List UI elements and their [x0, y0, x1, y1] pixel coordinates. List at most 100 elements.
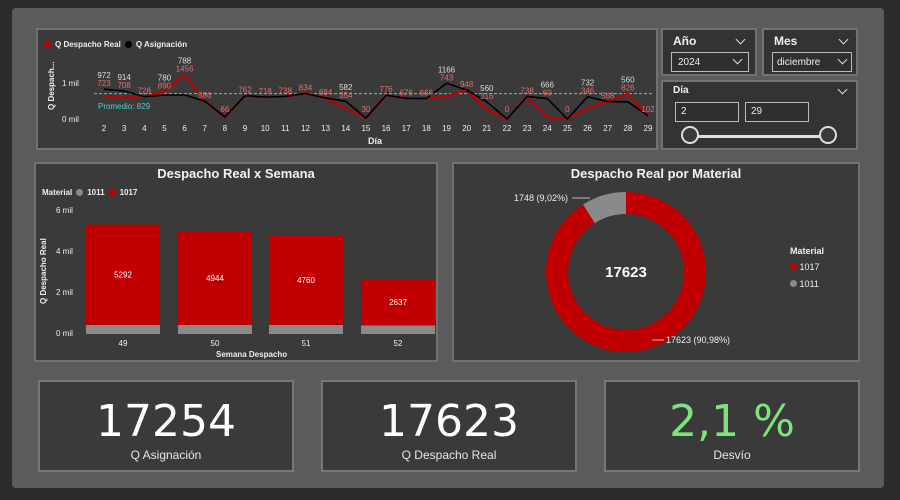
dia-from-input[interactable]: 2 — [675, 102, 739, 122]
line-data-label: 738 — [520, 86, 534, 95]
bar-data-label: 5292 — [114, 270, 132, 279]
mes-dropdown[interactable]: diciembre — [772, 52, 852, 72]
line-x-tick: 14 — [341, 124, 350, 133]
line-data-label: 0 — [505, 105, 510, 114]
line-data-label-asig: 1166 — [438, 65, 456, 74]
line-x-tick: 2 — [102, 124, 107, 133]
legend-1011-dot — [790, 280, 797, 287]
bar-data-label: 2637 — [389, 298, 407, 307]
line-x-tick: 5 — [162, 124, 167, 133]
line-data-label: 666 — [420, 89, 434, 98]
bar-1011 — [178, 324, 252, 334]
chevron-down-icon[interactable] — [837, 84, 848, 95]
bar-chart-svg: Q Despacho Real 6 mil 4 mil 2 mil 0 mil … — [39, 206, 435, 359]
dia-to-input[interactable]: 29 — [745, 102, 809, 122]
line-data-label: 354 — [339, 91, 353, 100]
kpi-card-desvio: 2,1 % Desvío — [604, 380, 860, 472]
line-x-tick: 17 — [402, 124, 411, 133]
line-data-label-asig: 560 — [480, 84, 494, 93]
line-data-label: 30 — [361, 105, 370, 114]
line-data-label: 568 — [601, 92, 615, 101]
bar-x-tick: 52 — [394, 339, 403, 348]
line-data-label: 684 — [319, 88, 333, 97]
line-data-label: 718 — [259, 87, 273, 96]
donut-center-value: 17623 — [605, 264, 647, 281]
line-x-tick: 27 — [603, 124, 612, 133]
kpi-despacho-value: 17623 — [379, 396, 519, 447]
line-x-tick: 16 — [382, 124, 391, 133]
line-chart-svg: Q Despach... 1 mil 0 mil Día Promedio: 8… — [47, 56, 655, 146]
donut-legend-item-1011: 1011 — [790, 279, 824, 289]
kpi-card-despacho: 17623 Q Despacho Real — [321, 380, 577, 472]
line-data-label: 346 — [581, 87, 595, 96]
donut-legend: Material 1017 1011 — [790, 246, 824, 289]
line-x-tick: 28 — [623, 124, 632, 133]
donut-legend-item-1017: 1017 — [790, 262, 824, 272]
line-x-tick: 4 — [142, 124, 147, 133]
bar-x-tick: 49 — [119, 339, 128, 348]
line-data-label: 723 — [97, 79, 111, 88]
kpi-asignacion-caption: Q Asignación — [130, 448, 202, 462]
line-x-tick: 20 — [462, 124, 471, 133]
bar-1011 — [361, 325, 435, 334]
chevron-down-icon[interactable] — [838, 34, 849, 45]
kpi-desvio-value: 2,1 % — [669, 396, 795, 447]
kpi-despacho-caption: Q Despacho Real — [401, 448, 497, 462]
range-slider-handle-end[interactable] — [819, 126, 837, 144]
line-x-tick: 21 — [482, 124, 491, 133]
chevron-down-icon — [837, 54, 848, 65]
bar-x-tick: 51 — [302, 339, 311, 348]
line-data-label: 834 — [299, 83, 313, 92]
promedio-label: Promedio: 829 — [98, 102, 151, 111]
mes-label: Mes — [774, 34, 798, 48]
anio-label: Año — [673, 34, 697, 48]
line-chart-tile: Q Despacho Real Q Asignación Q Despach..… — [36, 28, 658, 150]
line-data-label: 0 — [565, 105, 570, 114]
line-data-label-asig: 582 — [339, 83, 353, 92]
bar-data-label: 4760 — [297, 276, 315, 285]
kpi-asignacion-value: 17254 — [96, 396, 236, 447]
bar-data-label: 4944 — [206, 274, 224, 283]
line-xlabel: Día — [368, 136, 383, 146]
bar-1011 — [86, 324, 160, 334]
range-slider-track[interactable] — [691, 135, 829, 138]
donut-chart-tile: Despacho Real por Material 17623 1748 (9… — [452, 162, 860, 362]
line-x-tick: 13 — [321, 124, 330, 133]
line-data-label: 676 — [400, 88, 414, 97]
bar-ytick-4: 4 mil — [56, 247, 73, 256]
bar-ylabel: Q Despacho Real — [39, 238, 48, 304]
anio-dropdown[interactable]: 2024 — [671, 52, 749, 72]
line-data-label: 586 — [198, 91, 212, 100]
range-slider-handle-start[interactable] — [681, 126, 699, 144]
line-x-tick: 11 — [281, 124, 290, 133]
bar-ytick-6: 6 mil — [56, 206, 73, 215]
slicer-mes-tile: Mes diciembre — [762, 28, 858, 76]
bar-xlabel: Semana Despacho — [216, 350, 287, 359]
line-data-label-asig: 914 — [117, 73, 131, 82]
line-data-label-asig: 788 — [178, 56, 192, 65]
line-x-tick: 18 — [422, 124, 431, 133]
donut-label-large: 17623 (90,98%) — [666, 335, 730, 345]
line-data-label: 728 — [138, 87, 152, 96]
line-data-label: 948 — [460, 80, 474, 89]
line-x-tick: 29 — [644, 124, 653, 133]
line-data-label: 60 — [543, 89, 552, 98]
line-data-label: 743 — [440, 73, 454, 82]
line-x-tick: 8 — [223, 124, 228, 133]
line-x-tick: 9 — [243, 124, 248, 133]
donut-label-small: 1748 (9,02%) — [514, 193, 568, 203]
bar-chart-tile: Despacho Real x Semana Material 1011 101… — [34, 162, 438, 362]
line-data-label: 890 — [158, 82, 172, 91]
line-data-label-asig: 972 — [97, 71, 111, 80]
line-x-tick: 23 — [523, 124, 532, 133]
bar-ytick-2: 2 mil — [56, 288, 73, 297]
line-ylabel: Q Despach... — [47, 62, 56, 110]
line-data-label: 762 — [238, 86, 252, 95]
legend-1017-dot — [790, 263, 797, 270]
line-data-label-asig: 666 — [541, 81, 555, 90]
dia-label: Día — [673, 85, 689, 96]
chevron-down-icon[interactable] — [735, 34, 746, 45]
line-data-label-asig: 560 — [621, 76, 635, 85]
line-ytick-1: 1 mil — [62, 79, 79, 88]
kpi-card-asignacion: 17254 Q Asignación — [38, 380, 294, 472]
